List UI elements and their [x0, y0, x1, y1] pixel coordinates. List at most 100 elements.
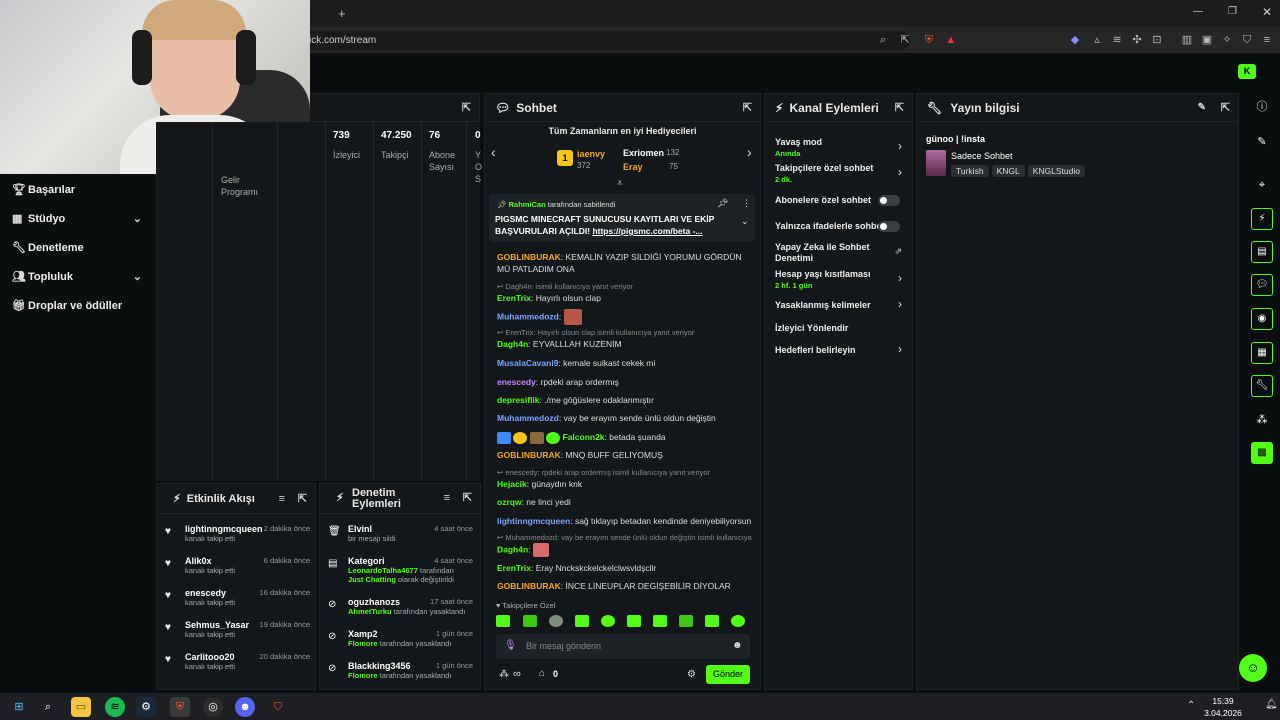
chat-username[interactable]: lightinngmcqueen — [497, 516, 570, 526]
chevron-right-icon[interactable]: › — [898, 297, 902, 311]
category-name[interactable]: Sadece Sohbet — [951, 151, 1013, 161]
chat-username[interactable]: GOBLINBURAK — [497, 450, 561, 460]
close-icon[interactable]: ✕ — [1262, 5, 1272, 19]
chat-username[interactable]: MusalaCavani9 — [497, 358, 558, 368]
wallet-icon[interactable]: ▣ — [1200, 33, 1214, 47]
minimize-icon[interactable]: — — [1193, 6, 1203, 17]
emote-icon[interactable] — [549, 615, 563, 627]
action-ai-moderation[interactable]: Yapay Zeka ile Sohbet Denetimi — [775, 242, 905, 264]
crosshair-icon[interactable]: ⌖ — [1251, 174, 1273, 196]
brave-beta-icon[interactable]: ⛉ — [268, 697, 288, 717]
popout-icon[interactable]: ⇱ — [743, 94, 752, 122]
chat-message[interactable]: enescedy: rpdeki arap ordermış — [497, 376, 752, 388]
steam-icon[interactable]: ⚙ — [136, 697, 156, 717]
broadcast-button[interactable]: ◉ — [1251, 308, 1273, 330]
storage-button[interactable]: ▦ — [1251, 342, 1273, 364]
emote-icon[interactable] — [653, 615, 667, 627]
support-chat-button[interactable]: ☺ — [1239, 654, 1267, 682]
screenshot-icon[interactable]: ⊡ — [1150, 33, 1164, 47]
chat-username[interactable]: Falconn2k — [563, 432, 605, 442]
action-raid[interactable]: İzleyici Yönlendir — [775, 323, 905, 334]
nav-item-community[interactable]: 👥︎ Topluluk ⌄ — [12, 266, 142, 288]
chat-message[interactable]: ErenTrix: Eray Nnckskckelckelclwsvldşcll… — [497, 562, 752, 574]
people-icon[interactable]: ⁂ — [1251, 409, 1273, 431]
puzzle-icon[interactable]: ✣ — [1130, 33, 1144, 47]
emote-icon[interactable] — [731, 615, 745, 627]
collapse-icon[interactable]: ⩡ — [617, 178, 623, 189]
wrench-button[interactable]: 🔧︎ — [1251, 375, 1273, 397]
chevron-right-icon[interactable]: › — [898, 165, 902, 179]
tag[interactable]: KNGL — [991, 165, 1025, 177]
brave-icon[interactable]: ⛨ — [170, 697, 190, 717]
chat-message[interactable]: Hejacik: günaydın knk — [497, 478, 752, 490]
sidebar-icon[interactable]: ▥ — [1180, 33, 1194, 47]
popout-icon[interactable]: ⇱ — [298, 484, 307, 514]
emote-icon[interactable] — [679, 615, 693, 627]
moderator-name[interactable]: Flomore — [348, 671, 378, 680]
windows-start-icon[interactable]: ⊞ — [9, 697, 29, 717]
pencil-icon[interactable]: ✎ — [1251, 131, 1273, 153]
emote-icon[interactable] — [601, 615, 615, 627]
clock-date[interactable]: 3.04.2026 — [1200, 708, 1246, 718]
chat-username[interactable]: Muhammedozd — [497, 311, 559, 321]
action-goals[interactable]: Hedefleri belirleyin — [775, 345, 905, 356]
url-field[interactable]: kick.com/stream — [282, 31, 910, 50]
share-icon[interactable]: ⇱ — [898, 33, 912, 47]
sub-chat-toggle[interactable] — [878, 195, 900, 206]
chat-username[interactable]: Muhammedozd — [497, 413, 559, 423]
menu-icon[interactable]: ≡ — [1260, 33, 1274, 47]
chat-username[interactable]: GOBLINBURAK — [497, 581, 561, 591]
clapper-button[interactable]: ▩ — [1251, 442, 1273, 464]
chat-message[interactable]: Dagh4n: EYVALLLAH KUZENİM — [497, 338, 752, 350]
maximize-icon[interactable]: ❐ — [1228, 6, 1237, 17]
bolt-button[interactable]: ⚡︎ — [1251, 208, 1273, 230]
gifter-name[interactable]: iaenvy — [577, 149, 605, 159]
moderator-name[interactable]: LeonardoTalha4677 — [348, 566, 418, 575]
notification-icon[interactable]: 🔔︎ — [1265, 699, 1278, 710]
points-icon[interactable]: ⁂ — [499, 669, 509, 680]
category-link[interactable]: Just Chatting — [348, 575, 396, 584]
rewards-icon[interactable]: ▲ — [944, 33, 958, 47]
chat-username[interactable]: ErenTrix — [497, 563, 531, 573]
tag[interactable]: Turkish — [951, 165, 989, 177]
clock-time[interactable]: 15:39 — [1208, 696, 1238, 706]
extension-icon[interactable]: ◆ — [1068, 33, 1082, 47]
chat-username[interactable]: GOBLINBURAK — [497, 252, 561, 262]
edit-icon[interactable]: ✎ — [1198, 94, 1206, 122]
moderator-name[interactable]: Flomore — [348, 639, 378, 648]
chat-username[interactable]: ErenTrix — [497, 293, 531, 303]
chat-message[interactable]: lightinngmcqueen: sağ tıklayıp betadan k… — [497, 515, 752, 527]
gifter-name[interactable]: Eray — [623, 162, 643, 172]
popout-icon[interactable]: ⇱ — [463, 493, 472, 504]
brave-shield-icon[interactable]: ⛨ — [922, 33, 936, 47]
emote-icon[interactable] — [496, 615, 510, 627]
emote-icon[interactable] — [627, 615, 641, 627]
pinned-link[interactable]: https://pigsmc.com/beta -... — [592, 226, 702, 236]
gifter-name[interactable]: Exriomen — [623, 148, 664, 158]
vpn-icon[interactable]: ⛉ — [1240, 33, 1254, 47]
chat-message[interactable]: depresiflik: ./me göğüslere odaklanmıştı… — [497, 394, 752, 406]
chat-message[interactable]: Dagh4n: — [497, 543, 752, 557]
chat-message[interactable]: GOBLINBURAK: KEMALİN YAZIP SİLDİĞİ YORUM… — [497, 251, 752, 275]
discord-icon[interactable]: ☻ — [235, 697, 255, 717]
chat-username[interactable]: depresiflik — [497, 395, 540, 405]
chat-username[interactable]: Hejacik — [497, 479, 527, 489]
emoji-icon[interactable]: ☻ — [732, 640, 743, 651]
chat-message[interactable]: GOBLINBURAK: İNCE LİNEUPLAR DEGİŞEBİLİR … — [497, 580, 752, 592]
obs-icon[interactable]: ◎ — [203, 697, 223, 717]
file-explorer-icon[interactable]: ▭ — [71, 697, 91, 717]
tray-chevron-icon[interactable]: ⌃ — [1187, 700, 1195, 711]
chat-input-placeholder[interactable]: Bir mesaj gönderin — [526, 641, 601, 651]
chevron-down-icon[interactable]: ⌄ — [741, 216, 749, 227]
kick-logo[interactable]: K — [1238, 64, 1256, 79]
chat-username[interactable]: ozrqw — [497, 497, 522, 507]
chevron-right-icon[interactable]: › — [898, 342, 902, 356]
chat-message[interactable]: Muhammedozd: vay be erayım sende ünlü ol… — [497, 412, 752, 424]
leo-icon[interactable]: ✧ — [1220, 33, 1234, 47]
chat-input-box[interactable]: 🎙︎ Bir mesaj gönderin ☻ — [496, 634, 750, 659]
chevron-left-icon[interactable]: ‹ — [491, 144, 496, 160]
zoom-icon[interactable]: ⌕ — [876, 33, 890, 47]
chat-username[interactable]: Dagh4n — [497, 544, 528, 554]
pinned-by-user[interactable]: RahmiCan — [509, 200, 546, 209]
chevron-right-icon[interactable]: › — [898, 271, 902, 285]
